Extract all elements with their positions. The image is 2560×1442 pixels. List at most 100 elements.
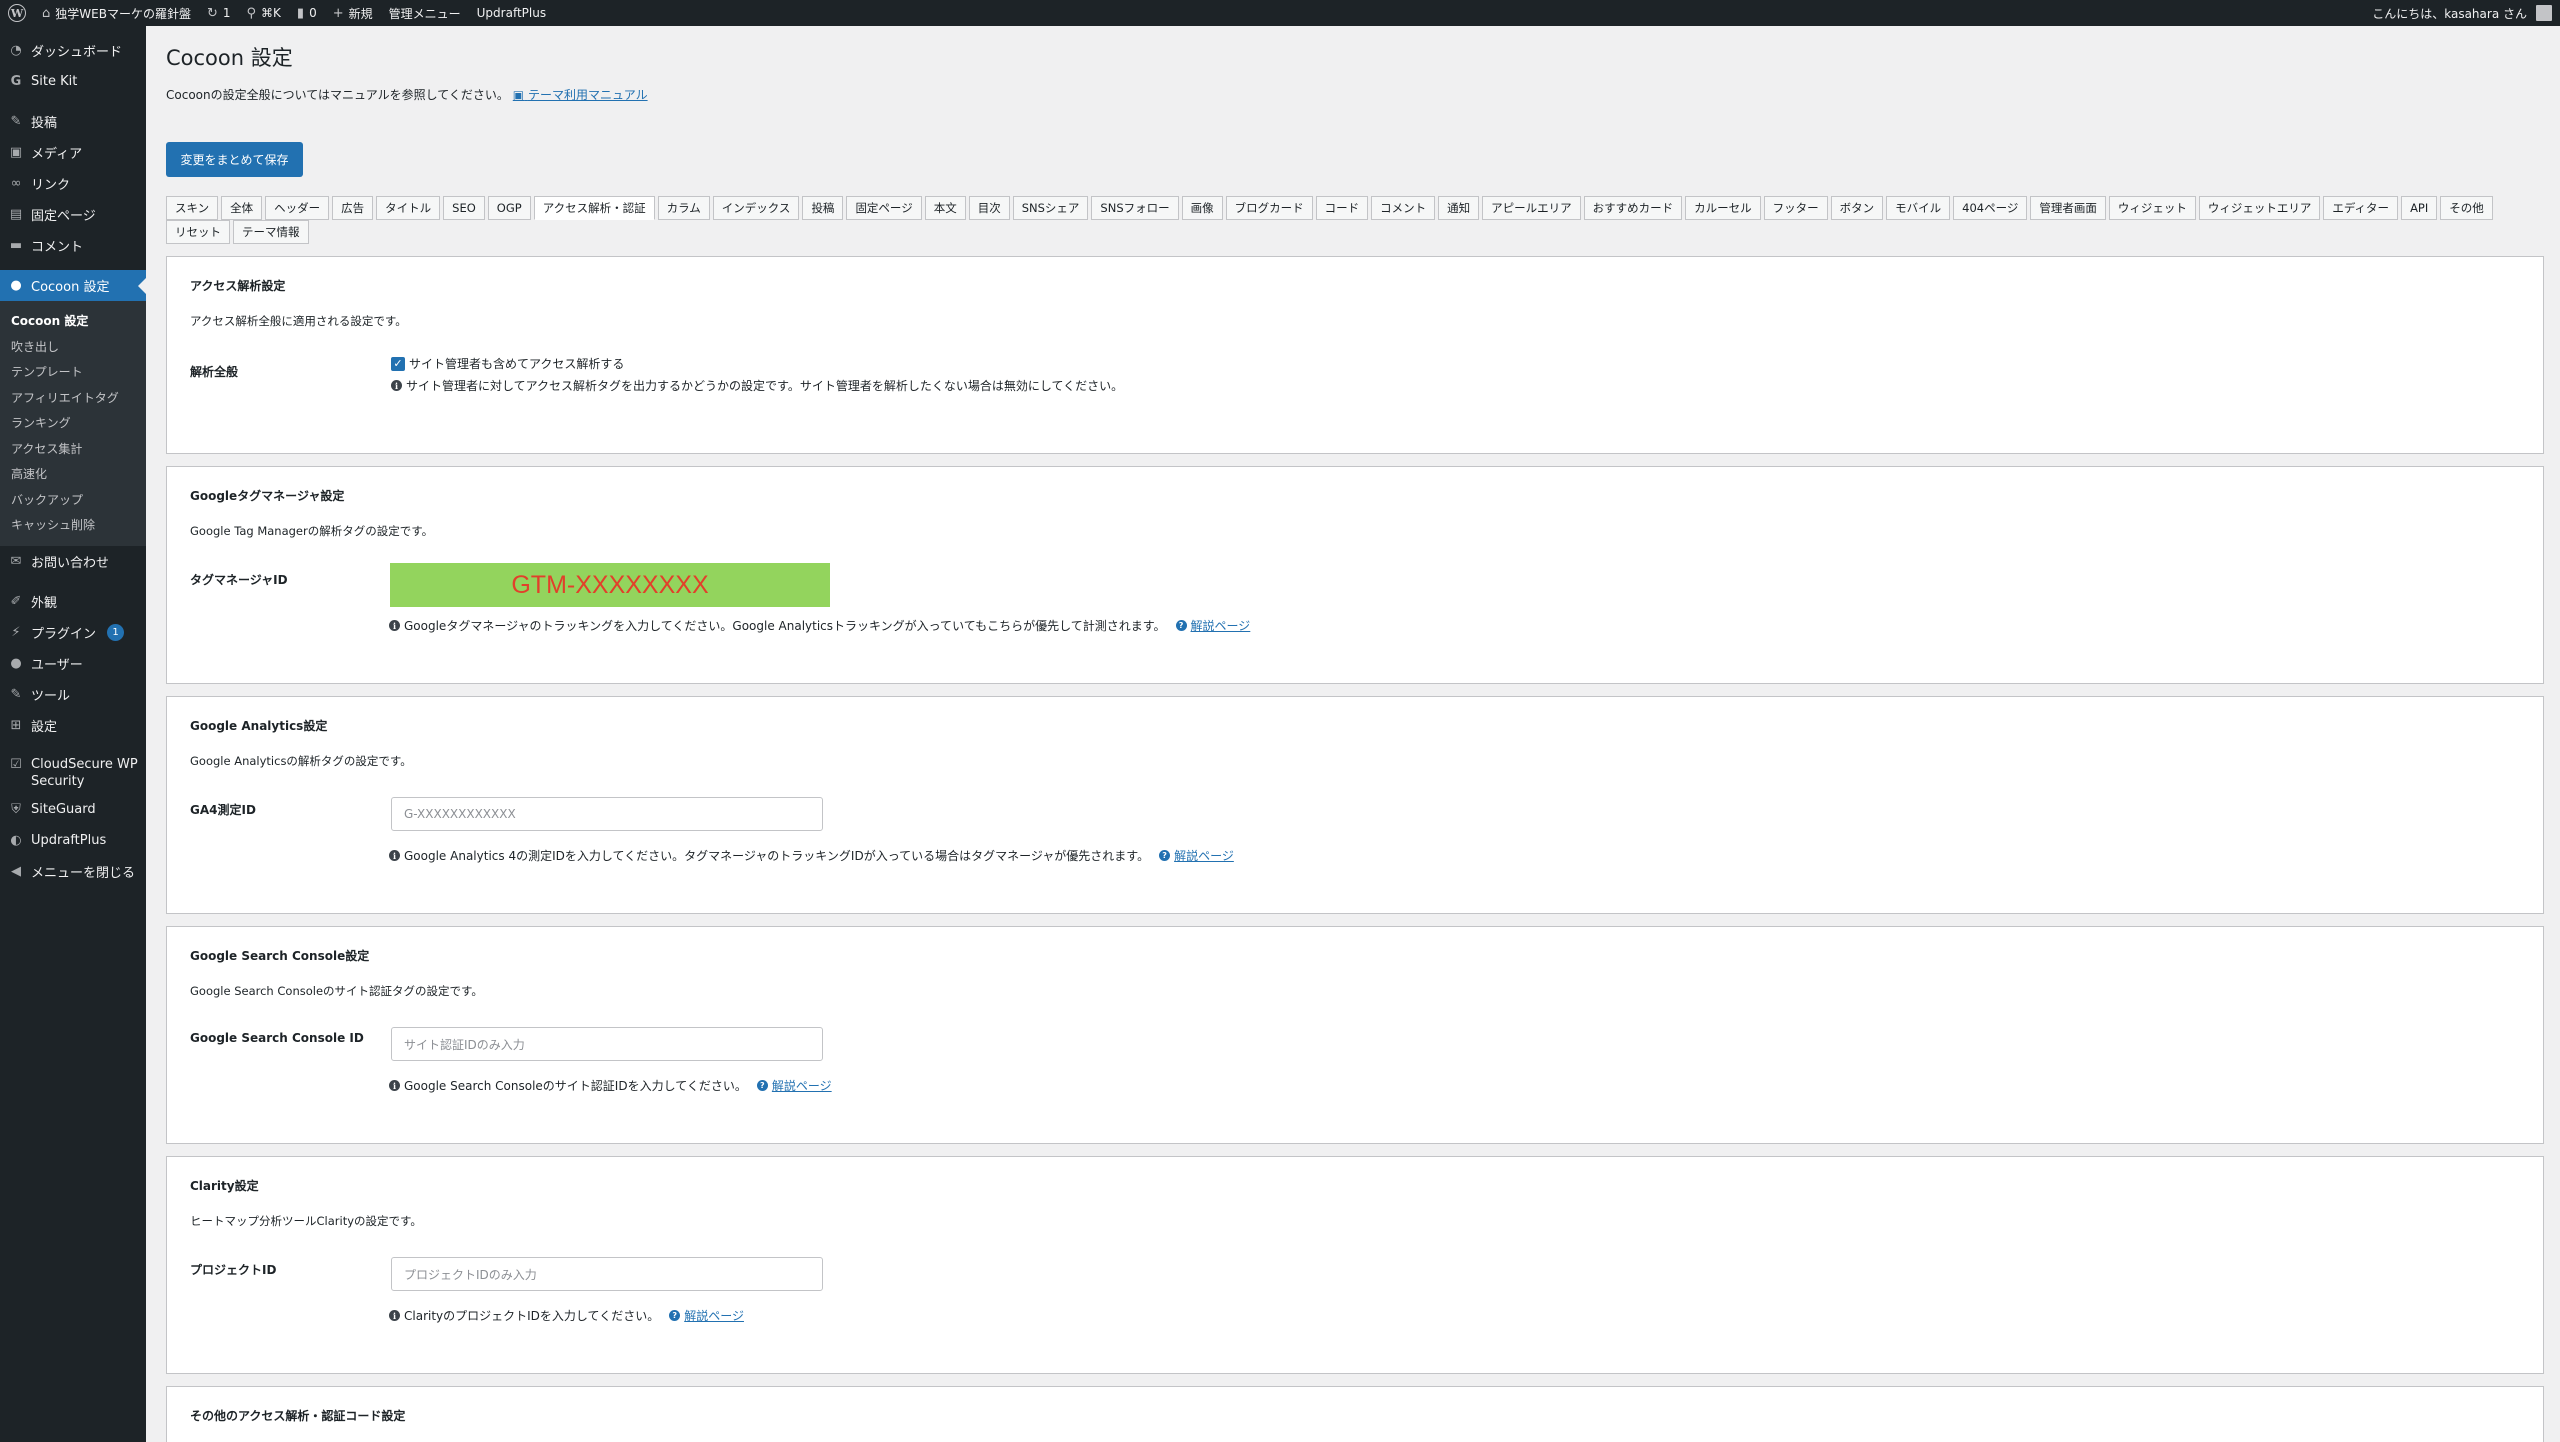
- tab-item[interactable]: その他: [2440, 196, 2493, 220]
- tab-item[interactable]: 通知: [1438, 196, 1480, 220]
- submenu-item[interactable]: 吹き出し: [0, 334, 146, 360]
- help-page-link[interactable]: 解説ページ: [1174, 847, 1234, 864]
- tab-item[interactable]: テーマ情報: [233, 220, 309, 244]
- gsc-id-input[interactable]: サイト認証IDのみ入力: [391, 1027, 823, 1061]
- ga4-id-input[interactable]: G-XXXXXXXXXXXX: [391, 797, 823, 831]
- checkbox-checked-icon[interactable]: ✓: [391, 356, 405, 371]
- menu-dashboard[interactable]: ◔ ダッシュボード: [0, 35, 146, 66]
- menu-users[interactable]: ● ユーザー: [0, 648, 146, 679]
- help-text: i Googleタグマネージャのトラッキングを入力してください。Google A…: [389, 617, 1250, 634]
- tab-item[interactable]: モバイル: [1886, 196, 1951, 220]
- collapse-menu-button[interactable]: ◀ メニューを閉じる: [0, 856, 146, 887]
- tab-item[interactable]: ブログカード: [1225, 196, 1313, 220]
- tab-item[interactable]: 目次: [968, 196, 1010, 220]
- tab-item[interactable]: SEO: [443, 196, 485, 220]
- tab-item[interactable]: ウィジェット: [2108, 196, 2196, 220]
- tab-item[interactable]: アピールエリア: [1482, 196, 1581, 220]
- submenu-item[interactable]: キャッシュ削除: [0, 512, 146, 538]
- help-text: i Google Search Consoleのサイト認証IDを入力してください…: [389, 1077, 832, 1094]
- submenu-item[interactable]: ランキング: [0, 410, 146, 436]
- admin-analytics-checkbox-row[interactable]: ✓ サイト管理者も含めてアクセス解析する: [391, 355, 624, 372]
- tab-item[interactable]: タイトル: [376, 196, 441, 220]
- tab-item[interactable]: SNSフォロー: [1091, 196, 1179, 220]
- tab-item[interactable]: ヘッダー: [265, 196, 330, 220]
- tab-item[interactable]: OGP: [487, 196, 531, 220]
- tab-item[interactable]: 投稿: [802, 196, 844, 220]
- save-all-button[interactable]: 変更をまとめて保存: [166, 142, 303, 177]
- updraftplus-link[interactable]: UpdraftPlus: [469, 0, 554, 26]
- menu-tools[interactable]: ✎ ツール: [0, 679, 146, 710]
- manual-link-label: テーマ利用マニュアル: [527, 88, 648, 102]
- tab-item[interactable]: カルーセル: [1685, 196, 1761, 220]
- menu-sitekit[interactable]: G Site Kit: [0, 66, 146, 97]
- submenu-item[interactable]: Cocoon 設定: [0, 308, 146, 334]
- clarity-id-input[interactable]: プロジェクトIDのみ入力: [391, 1257, 823, 1291]
- menu-siteguard[interactable]: ⛨ SiteGuard: [0, 794, 146, 825]
- tab-item[interactable]: リセット: [166, 220, 230, 244]
- new-content-link[interactable]: + 新規: [325, 0, 381, 26]
- tab-item[interactable]: フッター: [1763, 196, 1828, 220]
- tab-item[interactable]: 画像: [1181, 196, 1223, 220]
- site-name-link[interactable]: ⌂ 独学WEBマーケの羅針盤: [34, 0, 199, 26]
- comments-link[interactable]: ▮ 0: [289, 0, 325, 26]
- tab-item[interactable]: エディター: [2323, 196, 2399, 220]
- menu-comments[interactable]: ▬ コメント: [0, 230, 146, 261]
- menu-posts[interactable]: ✎ 投稿: [0, 106, 146, 137]
- admin-menu-link[interactable]: 管理メニュー: [381, 0, 469, 26]
- menu-pages[interactable]: ▤ 固定ページ: [0, 199, 146, 230]
- gtm-id-input[interactable]: GTM-XXXXXXXX: [390, 563, 830, 607]
- tab-item[interactable]: SNSシェア: [1012, 196, 1089, 220]
- question-icon: ?: [669, 1310, 681, 1321]
- submenu-item[interactable]: テンプレート: [0, 359, 146, 385]
- menu-settings[interactable]: ⊞ 設定: [0, 710, 146, 741]
- tab-item[interactable]: おすすめカード: [1583, 196, 1683, 220]
- menu-plugins[interactable]: ⚡ プラグイン 1: [0, 617, 146, 648]
- menu-cocoon[interactable]: ● Cocoon 設定: [0, 270, 146, 301]
- refresh-icon: ↻: [206, 5, 218, 21]
- help-page-link[interactable]: 解説ページ: [772, 1077, 832, 1094]
- tab-item[interactable]: アクセス解析・認証: [533, 196, 655, 220]
- tab-item[interactable]: ウィジェットエリア: [2198, 196, 2321, 220]
- tab-item[interactable]: 固定ページ: [846, 196, 922, 220]
- tab-item[interactable]: 本文: [924, 196, 966, 220]
- menu-cloudsecure[interactable]: ☑ CloudSecure WP Security: [0, 750, 146, 794]
- tab-item[interactable]: コード: [1315, 196, 1369, 220]
- account-menu[interactable]: こんにちは、kasahara さん: [2364, 0, 2560, 26]
- submenu-item[interactable]: アクセス集計: [0, 436, 146, 462]
- updraft-icon: ◐: [10, 832, 22, 848]
- menu-contact[interactable]: ✉ お問い合わせ: [0, 546, 146, 577]
- tab-item[interactable]: コメント: [1371, 196, 1436, 220]
- user-icon: ●: [10, 655, 22, 671]
- help-page-link[interactable]: 解説ページ: [684, 1307, 744, 1324]
- tab-item[interactable]: 全体: [221, 196, 263, 220]
- menu-updraftplus[interactable]: ◐ UpdraftPlus: [0, 825, 146, 856]
- menu-links[interactable]: ∞ リンク: [0, 168, 146, 199]
- submenu-item[interactable]: バックアップ: [0, 487, 146, 513]
- tab-item[interactable]: ボタン: [1830, 196, 1884, 220]
- admin-sidebar: ◔ ダッシュボード G Site Kit ✎ 投稿 ▣ メディア ∞ リンク ▤…: [0, 26, 146, 1442]
- dashboard-icon: ◔: [10, 43, 22, 58]
- submenu-item[interactable]: 高速化: [0, 461, 146, 487]
- menu-media[interactable]: ▣ メディア: [0, 137, 146, 168]
- tab-item[interactable]: カラム: [657, 196, 710, 220]
- wordpress-logo-button[interactable]: W: [0, 0, 34, 26]
- field-label: Google Search Console ID: [190, 1031, 364, 1045]
- panel-title: Googleタグマネージャ設定: [190, 489, 345, 503]
- command-search-button[interactable]: ⚲ ⌘K: [239, 0, 289, 26]
- menu-label: CloudSecure WP Security: [31, 756, 138, 789]
- tab-item[interactable]: 広告: [332, 196, 374, 220]
- info-icon: i: [389, 850, 400, 861]
- tab-item[interactable]: 404ページ: [1953, 196, 2028, 220]
- submenu-item[interactable]: アフィリエイトタグ: [0, 385, 146, 411]
- greeting: こんにちは、kasahara さん: [2372, 6, 2527, 21]
- tab-item[interactable]: 管理者画面: [2030, 196, 2106, 220]
- tab-item[interactable]: API: [2401, 196, 2438, 220]
- menu-appearance[interactable]: ✐ 外観: [0, 586, 146, 617]
- menu-label: 投稿: [31, 116, 58, 131]
- updates-link[interactable]: ↻ 1: [199, 0, 239, 26]
- question-icon: ?: [1159, 850, 1171, 861]
- help-page-link[interactable]: 解説ページ: [1191, 617, 1251, 634]
- tab-item[interactable]: スキン: [166, 196, 219, 220]
- manual-link[interactable]: ▣ テーマ利用マニュアル: [513, 88, 648, 102]
- tab-item[interactable]: インデックス: [712, 196, 800, 220]
